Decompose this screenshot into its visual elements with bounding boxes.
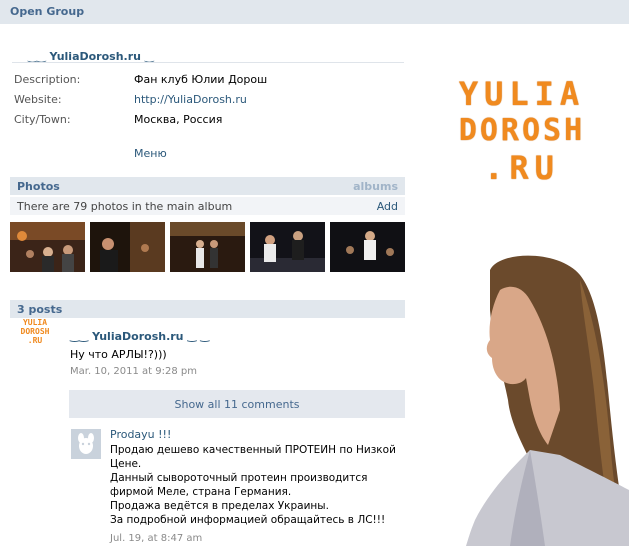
comment-line: фирмой Меле, страна Германия. — [110, 486, 292, 498]
info-value: Москва, Россия — [134, 113, 223, 126]
comment-line: Продажа ведётся в пределах Украины. — [110, 500, 329, 512]
divider — [12, 62, 404, 63]
brand-line: YULIA — [458, 75, 586, 113]
group-avatar[interactable]: YULIA DOROSH .RU — [10, 316, 60, 346]
website-link[interactable]: http://YuliaDorosh.ru — [134, 93, 247, 106]
brand-logo: YULIA DOROSH .RU — [416, 55, 628, 195]
commenter-name[interactable]: Prodayu !!! — [110, 428, 171, 441]
page-title: Open Group — [10, 5, 85, 18]
show-all-comments-button[interactable]: Show all 11 comments — [69, 390, 405, 418]
photos-summary: There are 79 photos in the main album — [17, 200, 233, 213]
info-value: Фан клуб Юлии Дорош — [134, 73, 268, 86]
photo-thumbnail[interactable] — [330, 222, 405, 272]
photos-section-header[interactable]: Photos albums — [10, 177, 405, 195]
albums-link[interactable]: albums — [353, 180, 398, 193]
comment-line: Цене. — [110, 458, 142, 470]
photo-thumbnail[interactable] — [170, 222, 245, 272]
photo-thumbnail[interactable] — [10, 222, 85, 272]
page-header: Open Group — [0, 0, 629, 24]
portrait-image — [430, 250, 629, 546]
info-label: Description: — [14, 73, 81, 86]
post-date[interactable]: Mar. 10, 2011 at 9:28 pm — [70, 366, 197, 377]
commenter-avatar[interactable] — [71, 429, 101, 459]
add-photo-link[interactable]: Add — [377, 200, 398, 213]
info-label: City/Town: — [14, 113, 71, 126]
avatar-line: YULIA — [23, 318, 47, 327]
post-author-name: YuliaDorosh.ru — [92, 330, 184, 343]
ornament-left: ‿‿ — [70, 330, 89, 343]
menu-link[interactable]: Меню — [134, 147, 167, 160]
info-label: Website: — [14, 93, 62, 106]
brand-line: .RU — [484, 149, 560, 187]
photo-thumbnail[interactable] — [90, 222, 165, 272]
photos-title: Photos — [17, 180, 60, 193]
comment-date[interactable]: Jul. 19, at 8:47 am — [110, 533, 202, 544]
comment-line: Данный сывороточный протеин производится — [110, 472, 368, 484]
photo-thumbnail[interactable] — [250, 222, 325, 272]
avatar-line: DOROSH — [21, 327, 50, 336]
posts-title: 3 posts — [17, 303, 63, 316]
comment-text: Продаю дешево качественный ПРОТЕИН по Ни… — [110, 443, 400, 527]
comment-line: Продаю дешево качественный ПРОТЕИН по Ни… — [110, 444, 396, 456]
brand-line: DOROSH — [458, 113, 586, 148]
photos-summary-row: There are 79 photos in the main album Ad… — [10, 197, 405, 215]
post-text: Ну что АРЛЫ!?))) — [70, 348, 167, 361]
posts-section-header[interactable]: 3 posts — [10, 300, 405, 318]
photo-strip — [10, 222, 405, 272]
comment-line: За подробной информацией обращайтесь в Л… — [110, 514, 386, 526]
avatar-line: .RU — [28, 336, 43, 345]
ornament-right: ‿ ‿ — [187, 330, 210, 343]
post-author[interactable]: ‿‿ YuliaDorosh.ru ‿ ‿ — [70, 330, 209, 343]
